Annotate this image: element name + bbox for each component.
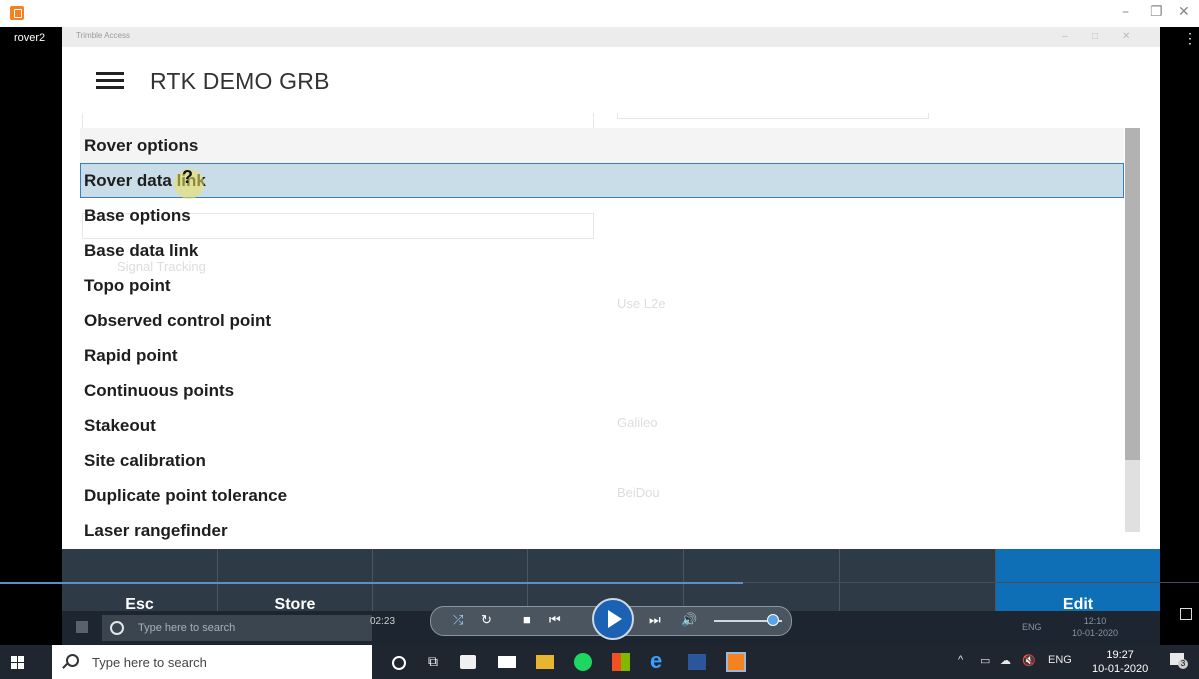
- task-view-icon[interactable]: ⧉: [428, 653, 446, 671]
- menu-item-observed-control-point[interactable]: Observed control point: [80, 303, 1124, 338]
- menu-item-site-calibration[interactable]: Site calibration: [80, 443, 1124, 478]
- show-hidden-icons[interactable]: ^: [958, 654, 963, 666]
- cortana-icon[interactable]: [392, 656, 406, 670]
- next-icon[interactable]: ⏭: [649, 612, 661, 628]
- windows-taskbar: Type here to search ⧉ e ^ ▭ ☁ 🔇 ENG 19:2…: [0, 645, 1199, 679]
- video-lang: ENG: [1022, 622, 1042, 632]
- language-indicator[interactable]: ENG: [1048, 654, 1072, 666]
- stop-icon[interactable]: ■: [523, 612, 531, 627]
- search-icon: [66, 654, 79, 667]
- clock-time: 19:27: [1106, 649, 1134, 661]
- repeat-icon[interactable]: ↻: [481, 612, 492, 628]
- play-button[interactable]: [592, 598, 634, 640]
- menu-scrollbar[interactable]: [1125, 128, 1140, 532]
- seek-bar-track[interactable]: [743, 582, 1199, 583]
- video-cortana-icon: [110, 621, 124, 635]
- fullscreen-icon[interactable]: [1180, 608, 1192, 620]
- app-header: RTK DEMO GRB: [62, 47, 1160, 113]
- restore-button[interactable]: ❐: [1150, 4, 1163, 20]
- options-menu: Rover options Rover data link Base optio…: [80, 128, 1124, 545]
- outer-title-bar: – ❐ ✕: [0, 0, 1199, 27]
- menu-item-stakeout[interactable]: Stakeout: [80, 408, 1124, 443]
- video-date: 10-01-2020: [1072, 628, 1119, 638]
- shuffle-icon[interactable]: ⤮: [453, 612, 463, 628]
- menu-item-rover-options[interactable]: Rover options: [80, 128, 1124, 163]
- elapsed-time: 02:23: [370, 616, 396, 627]
- volume-icon[interactable]: 🔊: [681, 612, 697, 628]
- clock[interactable]: 19:27 10-01-2020: [1092, 648, 1148, 676]
- video-search-box: Type here to search: [102, 615, 372, 641]
- mail-icon[interactable]: [498, 656, 516, 668]
- ghost-field: [617, 113, 929, 119]
- menu-item-continuous-points[interactable]: Continuous points: [80, 373, 1124, 408]
- close-button[interactable]: ✕: [1178, 4, 1190, 20]
- word-icon[interactable]: [688, 654, 706, 670]
- start-button[interactable]: [11, 656, 24, 669]
- scrollbar-thumb[interactable]: [1125, 128, 1140, 460]
- minimize-button[interactable]: –: [1122, 4, 1129, 20]
- inner-close-icon: ✕: [1122, 31, 1131, 42]
- inner-title-bar: Trimble Access – □ ✕: [62, 27, 1160, 47]
- inner-window-title: Trimble Access: [76, 31, 130, 40]
- more-icon[interactable]: ⋮: [1183, 30, 1197, 47]
- file-explorer-icon[interactable]: [536, 655, 554, 669]
- page-title: RTK DEMO GRB: [150, 68, 330, 94]
- window-label: rover2: [14, 32, 46, 44]
- clock-date: 10-01-2020: [1092, 663, 1149, 675]
- ghost-field: [82, 113, 594, 129]
- menu-item-base-options[interactable]: Base options: [80, 198, 1124, 233]
- video-start-icon: [76, 621, 88, 633]
- player-taskbar-icon[interactable]: [726, 652, 746, 672]
- help-cursor-icon: ?: [182, 167, 193, 187]
- inner-minimize-icon: –: [1062, 31, 1068, 42]
- edge-icon[interactable]: e: [650, 648, 668, 673]
- video-search-placeholder: Type here to search: [138, 622, 236, 634]
- app-icon[interactable]: [612, 653, 630, 671]
- battery-icon[interactable]: ▭: [980, 654, 990, 667]
- menu-item-base-data-link[interactable]: Base data link: [80, 233, 1124, 268]
- menu-item-topo-point[interactable]: Topo point: [80, 268, 1124, 303]
- menu-item-duplicate-point-tolerance[interactable]: Duplicate point tolerance: [80, 478, 1124, 513]
- menu-area: Signal Tracking Use L2e Galileo BeiDou R…: [62, 113, 1160, 545]
- taskbar-search-placeholder: Type here to search: [92, 655, 207, 670]
- menu-item-rapid-point[interactable]: Rapid point: [80, 338, 1124, 373]
- seek-bar-progress[interactable]: [0, 582, 743, 584]
- previous-icon[interactable]: ⏮: [549, 612, 561, 628]
- spotify-icon[interactable]: [574, 653, 592, 671]
- inner-restore-icon: □: [1092, 31, 1099, 42]
- taskbar-search-box[interactable]: Type here to search: [52, 645, 372, 679]
- store-icon[interactable]: [460, 655, 476, 669]
- volume-slider-thumb[interactable]: [767, 614, 779, 626]
- menu-item-laser-rangefinder[interactable]: Laser rangefinder: [80, 513, 1124, 545]
- notification-center-icon[interactable]: 3: [1170, 653, 1188, 669]
- video-frame: Trimble Access – □ ✕ RTK DEMO GRB Signal…: [62, 27, 1160, 623]
- player-app-icon: [10, 6, 24, 20]
- video-time: 12:10: [1083, 616, 1107, 626]
- hamburger-menu-icon[interactable]: [96, 72, 124, 90]
- notification-count: 3: [1178, 659, 1188, 669]
- speaker-muted-icon[interactable]: 🔇: [1022, 654, 1036, 667]
- network-icon[interactable]: ☁: [1000, 654, 1011, 667]
- video-clock: 12:10 10-01-2020: [1072, 615, 1118, 639]
- menu-item-rover-data-link[interactable]: Rover data link: [80, 163, 1124, 198]
